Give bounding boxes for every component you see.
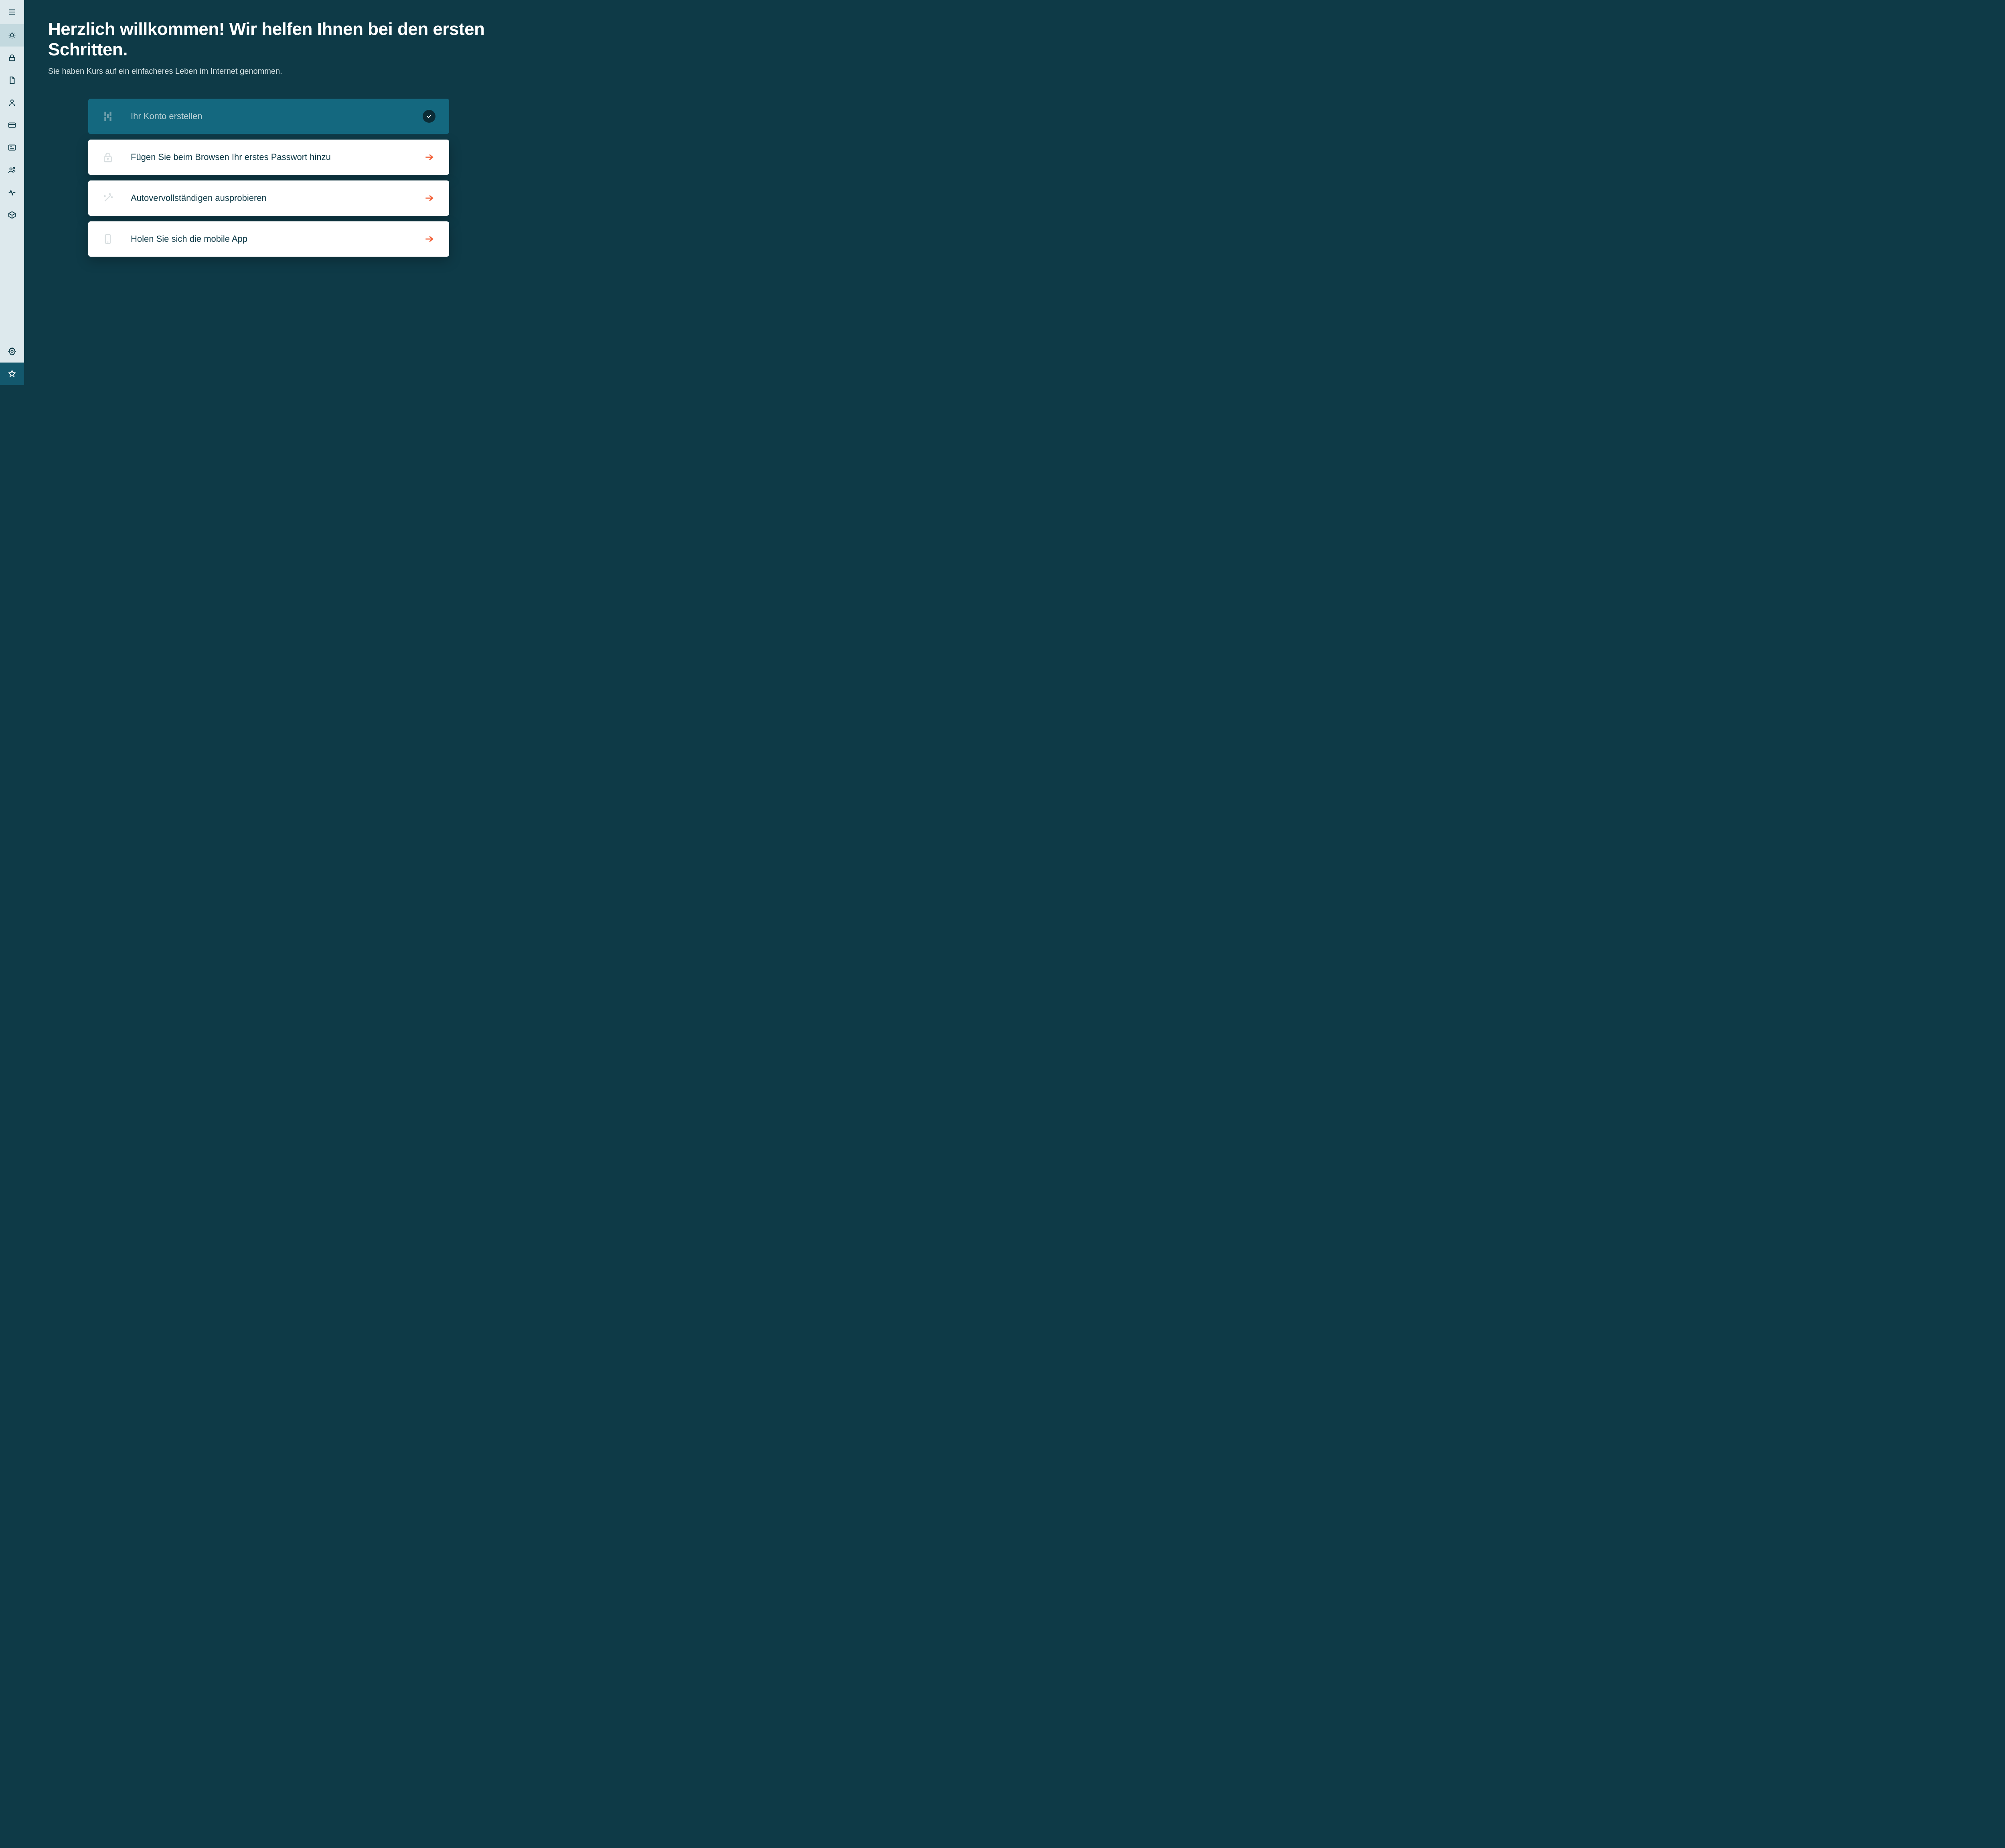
step-try-autofill[interactable]: Autovervollständigen ausprobieren bbox=[88, 180, 449, 216]
cube-icon bbox=[8, 211, 16, 219]
step-label: Ihr Konto erstellen bbox=[121, 111, 423, 122]
sidebar-item-vpn[interactable] bbox=[0, 204, 24, 226]
step-arrow bbox=[423, 233, 435, 245]
people-icon bbox=[8, 166, 16, 174]
sidebar-item-personal-info[interactable] bbox=[0, 91, 24, 114]
lock-icon bbox=[8, 53, 16, 62]
sidebar-item-payments[interactable] bbox=[0, 114, 24, 136]
step-arrow bbox=[423, 192, 435, 205]
sidebar-item-ids[interactable] bbox=[0, 136, 24, 159]
document-icon bbox=[8, 76, 16, 85]
star-icon bbox=[8, 369, 16, 378]
step-label: Autovervollständigen ausprobieren bbox=[121, 193, 423, 203]
lightbulb-icon bbox=[8, 31, 16, 40]
sidebar-item-settings[interactable] bbox=[0, 340, 24, 363]
step-status-complete bbox=[423, 110, 435, 123]
sidebar bbox=[0, 0, 24, 385]
step-label: Fügen Sie beim Browsen Ihr erstes Passwo… bbox=[121, 152, 423, 162]
gear-icon bbox=[8, 347, 16, 356]
menu-toggle-button[interactable] bbox=[0, 0, 24, 24]
step-arrow bbox=[423, 151, 435, 164]
sidebar-item-secure-notes[interactable] bbox=[0, 69, 24, 91]
onboarding-steps: Ihr Konto erstellen Fügen Sie beim Brows… bbox=[88, 99, 449, 257]
credit-card-icon bbox=[8, 121, 16, 130]
step-create-account[interactable]: Ihr Konto erstellen bbox=[88, 99, 449, 134]
check-icon bbox=[426, 113, 432, 120]
arrow-right-icon bbox=[424, 193, 434, 203]
logo-icon bbox=[102, 110, 121, 122]
id-card-icon bbox=[8, 143, 16, 152]
hamburger-icon bbox=[8, 8, 16, 16]
smartphone-icon bbox=[102, 233, 121, 245]
arrow-right-icon bbox=[424, 234, 434, 244]
magic-wand-icon bbox=[102, 192, 121, 204]
sidebar-item-getting-started[interactable] bbox=[0, 24, 24, 47]
sidebar-bottom-group bbox=[0, 340, 24, 385]
sidebar-item-security[interactable] bbox=[0, 181, 24, 204]
page-subtitle: Sie haben Kurs auf ein einfacheres Leben… bbox=[48, 67, 489, 76]
step-add-password[interactable]: Fügen Sie beim Browsen Ihr erstes Passwo… bbox=[88, 140, 449, 175]
sidebar-item-sharing[interactable] bbox=[0, 159, 24, 181]
sidebar-top-group bbox=[0, 0, 24, 340]
person-icon bbox=[8, 98, 16, 107]
page-title: Herzlich willkommen! Wir helfen Ihnen be… bbox=[48, 19, 489, 60]
sidebar-item-passwords[interactable] bbox=[0, 47, 24, 69]
step-get-mobile-app[interactable]: Holen Sie sich die mobile App bbox=[88, 221, 449, 257]
arrow-right-icon bbox=[424, 152, 434, 162]
lock-icon bbox=[102, 151, 121, 163]
pulse-icon bbox=[8, 188, 16, 197]
main-content: Herzlich willkommen! Wir helfen Ihnen be… bbox=[24, 0, 513, 385]
sidebar-item-favorites[interactable] bbox=[0, 363, 24, 385]
step-label: Holen Sie sich die mobile App bbox=[121, 234, 423, 244]
